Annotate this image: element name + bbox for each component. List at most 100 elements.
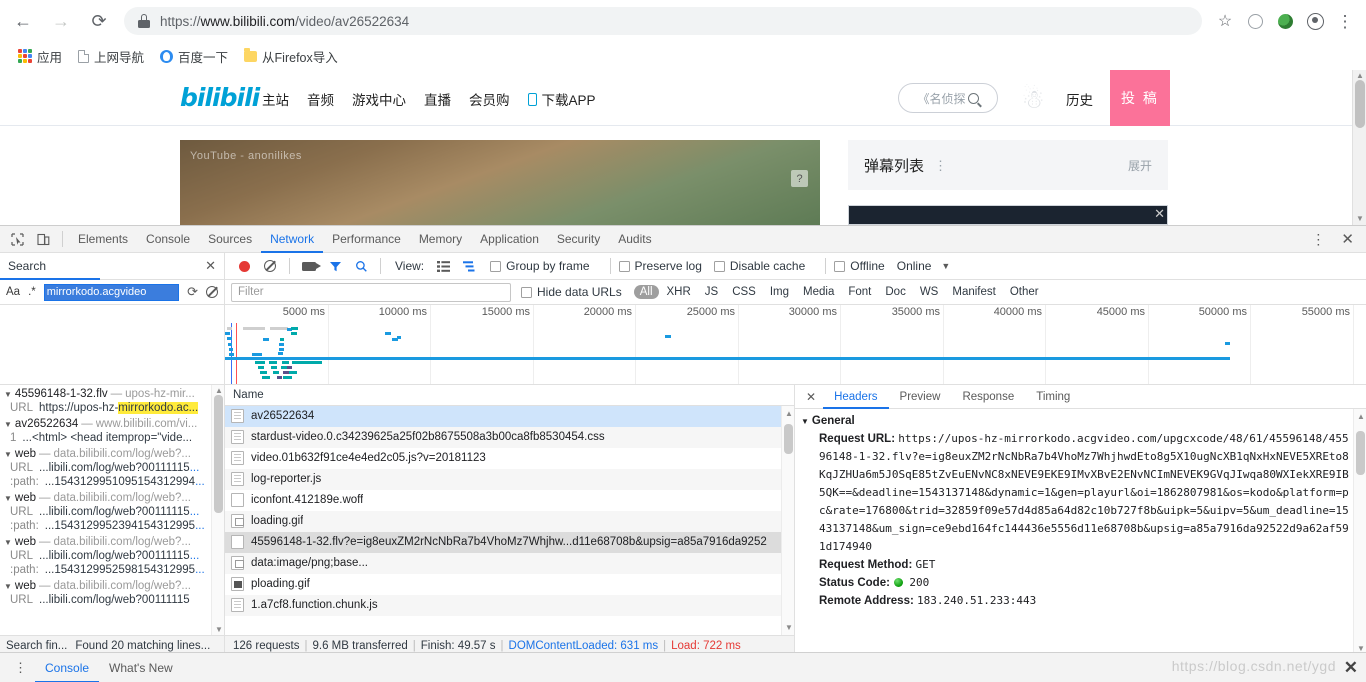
scroll-down-arrow[interactable]: ▼ (785, 623, 793, 632)
bookmark-apps[interactable]: 应用 (10, 44, 70, 69)
search-result-header[interactable]: ▼ web — data.bilibili.com/log/web?... (0, 535, 224, 549)
search-result-group[interactable]: ▼ 45596148-1-32.flv — upos-hz-mir... URL… (0, 387, 224, 415)
filter-type-other[interactable]: Other (1004, 285, 1045, 299)
nav-item-game-center[interactable]: 游戏中心 (352, 89, 406, 109)
filter-type-img[interactable]: Img (764, 285, 795, 299)
tab-response[interactable]: Response (951, 385, 1025, 409)
list-view-button[interactable] (430, 255, 456, 277)
offline-option[interactable]: Offline (834, 259, 885, 273)
table-row[interactable]: video.01b632f91ce4e4ed2c05.js?v=20181123 (225, 448, 794, 469)
search-result-line[interactable]: URL ...libili.com/log/web?00111115 (0, 593, 224, 607)
back-button[interactable]: ← (8, 6, 38, 36)
danmaku-expand-button[interactable]: 展开 (1128, 157, 1152, 174)
collapse-triangle-icon[interactable]: ▼ (4, 582, 12, 591)
filter-toggle-button[interactable] (322, 255, 348, 277)
scroll-up-arrow[interactable]: ▲ (785, 409, 793, 418)
search-result-line[interactable]: :path: ...1543129952394154312995... (0, 519, 224, 533)
filter-type-font[interactable]: Font (842, 285, 877, 299)
scrollbar-up-arrow[interactable]: ▲ (1356, 72, 1364, 80)
network-search-button[interactable] (348, 255, 374, 277)
filter-type-doc[interactable]: Doc (879, 285, 911, 299)
bookmark-baidu[interactable]: 百度一下 (152, 44, 236, 69)
devtools-more-icon[interactable]: ⋮ (1303, 232, 1333, 246)
upload-button[interactable]: 投 稿 (1110, 70, 1170, 126)
group-by-frame-option[interactable]: Group by frame (490, 259, 590, 273)
filter-type-xhr[interactable]: XHR (661, 285, 697, 299)
nav-item-member-shop[interactable]: 会员购 (469, 89, 510, 109)
requests-column-header[interactable]: Name (225, 385, 794, 406)
scrollbar-thumb[interactable] (1355, 80, 1365, 128)
search-clear-icon[interactable] (206, 286, 218, 298)
search-result-line[interactable]: URL ...libili.com/log/web?00111115... (0, 549, 224, 563)
forward-button[interactable]: → (46, 6, 76, 36)
chrome-menu-icon[interactable]: ⋮ (1330, 6, 1360, 36)
search-result-group[interactable]: ▼ web — data.bilibili.com/log/web?... UR… (0, 579, 224, 607)
tab-headers[interactable]: Headers (823, 385, 889, 409)
search-result-header[interactable]: ▼ web — data.bilibili.com/log/web?... (0, 579, 224, 593)
scrollbar-thumb[interactable] (1356, 431, 1365, 475)
ad-close-icon[interactable]: ✕ (1154, 206, 1165, 222)
search-result-group[interactable]: ▼ av26522634 — www.bilibili.com/vi... 1 … (0, 417, 224, 445)
scrollbar-thumb[interactable] (214, 395, 223, 513)
search-result-line[interactable]: URL ...libili.com/log/web?00111115... (0, 505, 224, 519)
collapse-triangle-icon[interactable]: ▼ (801, 417, 809, 426)
reload-button[interactable]: ⟳ (84, 6, 114, 36)
table-row[interactable]: 45596148-1-32.flv?e=ig8euxZM2rNcNbRa7b4V… (225, 532, 794, 553)
regex-button[interactable]: .* (28, 286, 36, 298)
tab-memory[interactable]: Memory (410, 226, 471, 253)
tab-sources[interactable]: Sources (199, 226, 261, 253)
clear-network-button[interactable] (257, 255, 283, 277)
disable-cache-checkbox[interactable] (713, 260, 725, 272)
search-result-header[interactable]: ▼ av26522634 — www.bilibili.com/vi... (0, 417, 224, 431)
search-result-group[interactable]: ▼ web — data.bilibili.com/log/web?... UR… (0, 491, 224, 533)
offline-checkbox[interactable] (834, 260, 846, 272)
search-result-line[interactable]: :path: ...1543129952598154312995... (0, 563, 224, 577)
network-timeline-overview[interactable]: 5000 ms 10000 ms 15000 ms 20000 ms 25000… (0, 305, 1366, 385)
page-scrollbar[interactable]: ▲ ▼ (1352, 70, 1366, 225)
extension-circle-icon[interactable] (1240, 6, 1270, 36)
preserve-log-checkbox[interactable] (618, 260, 630, 272)
throttling-caret-icon[interactable]: ▼ (941, 261, 950, 271)
preserve-log-option[interactable]: Preserve log (618, 259, 702, 273)
tab-application[interactable]: Application (471, 226, 548, 253)
tab-security[interactable]: Security (548, 226, 609, 253)
table-row[interactable]: stardust-video.0.c34239625a25f02b8675508… (225, 427, 794, 448)
tab-audits[interactable]: Audits (609, 226, 660, 253)
address-bar[interactable]: https://www.bilibili.com/video/av2652263… (124, 7, 1202, 35)
table-row[interactable]: 1.a7cf8.function.chunk.js (225, 595, 794, 616)
search-input[interactable]: mirrorkodo.acgvideo (43, 283, 180, 301)
group-by-frame-checkbox[interactable] (490, 260, 502, 272)
table-row[interactable]: data:image/png;base... (225, 553, 794, 574)
detail-close-icon[interactable]: ✕ (799, 390, 823, 404)
inspect-element-icon[interactable] (4, 227, 30, 251)
search-result-line[interactable]: 1 ...<html> <head itemprop="vide... (0, 431, 224, 445)
hide-data-urls-checkbox[interactable] (521, 286, 532, 298)
nav-item-live[interactable]: 直播 (424, 89, 451, 109)
scrollbar-down-arrow[interactable]: ▼ (1356, 215, 1364, 223)
requests-list[interactable]: av26522634 stardust-video.0.c34239625a25… (225, 406, 794, 635)
throttling-value[interactable]: Online (897, 259, 932, 273)
search-result-group[interactable]: ▼ web — data.bilibili.com/log/web?... UR… (0, 535, 224, 577)
nav-item-main[interactable]: 主站 (262, 89, 289, 109)
nav-item-download-app[interactable]: 下载APP (527, 89, 596, 109)
search-panel-close-icon[interactable]: ✕ (205, 258, 216, 274)
record-button[interactable] (231, 255, 257, 277)
device-toolbar-icon[interactable] (30, 227, 56, 251)
tab-network[interactable]: Network (261, 226, 324, 253)
search-result-header[interactable]: ▼ web — data.bilibili.com/log/web?... (0, 447, 224, 461)
scroll-up-arrow[interactable]: ▲ (1357, 412, 1365, 421)
drawer-menu-icon[interactable]: ⋮ (6, 661, 35, 674)
collapse-triangle-icon[interactable]: ▼ (4, 390, 12, 399)
scroll-up-arrow[interactable]: ▲ (215, 386, 223, 395)
filter-type-manifest[interactable]: Manifest (946, 285, 1001, 299)
collapse-triangle-icon[interactable]: ▼ (4, 538, 12, 547)
filter-type-ws[interactable]: WS (914, 285, 945, 299)
timeline-graph[interactable]: 5000 ms 10000 ms 15000 ms 20000 ms 25000… (225, 305, 1366, 384)
table-row[interactable]: ploading.gif (225, 574, 794, 595)
watermark-close-icon[interactable]: ✕ (1344, 658, 1358, 678)
collapse-triangle-icon[interactable]: ▼ (4, 450, 12, 459)
collapse-triangle-icon[interactable]: ▼ (4, 420, 12, 429)
table-row[interactable]: loading.gif (225, 511, 794, 532)
tab-performance[interactable]: Performance (323, 226, 410, 253)
bookmark-star-icon[interactable]: ☆ (1210, 6, 1240, 36)
